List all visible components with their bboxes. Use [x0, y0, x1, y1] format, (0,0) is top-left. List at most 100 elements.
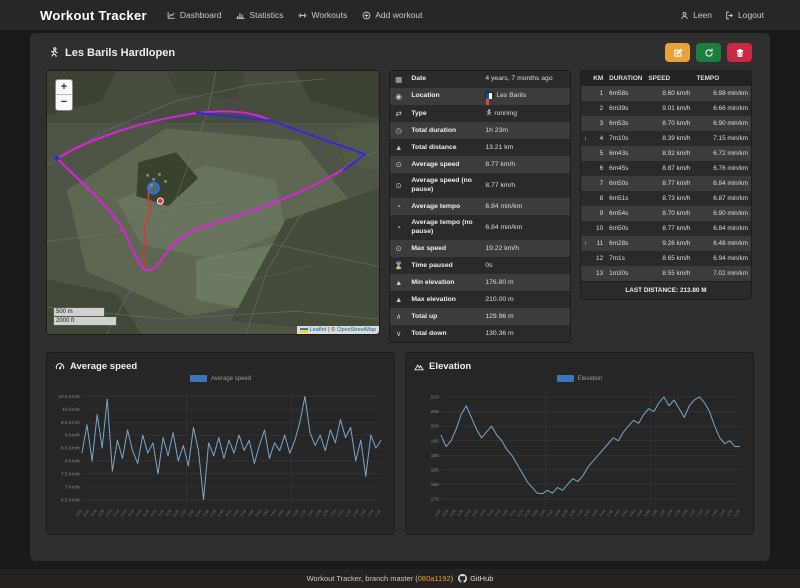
nav-item-workouts[interactable]: Workouts — [298, 10, 347, 20]
detail-value: running — [481, 105, 570, 122]
map-tiles — [47, 71, 379, 334]
split-speed: 8.60 km/h — [662, 90, 691, 97]
chevron-down-icon: ∨ — [395, 329, 402, 339]
splits-header-row: KM DURATION SPEED TEMPO — [581, 71, 751, 86]
splits-header-km: KM — [590, 71, 607, 86]
split-duration: 6m43s — [609, 150, 629, 157]
split-tempo: 6.84 min/km — [713, 225, 748, 232]
nav-item-label: Workouts — [311, 10, 348, 20]
svg-text:1:12: 1:12 — [337, 510, 344, 518]
split-km: 13 — [596, 270, 604, 277]
zoom-in-button[interactable]: + — [56, 80, 72, 95]
trend-none — [581, 221, 590, 236]
stopwatch-icon: ◔ — [396, 223, 401, 233]
detail-label: Location — [411, 92, 440, 100]
svg-text:9 km/h: 9 km/h — [65, 433, 80, 439]
svg-text:0:52: 0:52 — [621, 510, 628, 518]
delete-button[interactable] — [727, 43, 752, 62]
refresh-icon — [704, 47, 713, 57]
legend-swatch — [556, 375, 574, 383]
svg-text:0:02: 0:02 — [75, 510, 82, 518]
svg-text:0:44: 0:44 — [232, 510, 239, 518]
svg-text:0:10: 0:10 — [464, 510, 471, 518]
detail-value: 6.84 min/km — [485, 223, 523, 231]
svg-text:0:20: 0:20 — [502, 510, 509, 518]
refresh-button[interactable] — [696, 43, 721, 62]
split-tempo: 6.90 min/km — [713, 210, 748, 217]
chevron-up-icon: ∧ — [395, 312, 402, 322]
osm-link[interactable]: OpenStreetMap — [337, 327, 376, 333]
commit-hash: 080a1192 — [417, 574, 451, 583]
workout-details-card: ▦ Date 4 years, 7 months ago ◉ Location Les B… — [389, 70, 571, 344]
split-row: 8 6m51s 8.73 km/h 6.87 min/km — [581, 191, 751, 206]
trend-none — [581, 266, 590, 281]
detail-value: 8.77 km/h — [485, 181, 516, 189]
splits-table: KM DURATION SPEED TEMPO 1 6m58s 8.60 km/h 6.98 … — [581, 71, 751, 281]
split-row: 7 6m50s 8.77 km/h 6.84 min/km — [581, 176, 751, 191]
svg-text:0:06: 0:06 — [449, 510, 456, 518]
user-menu[interactable]: Leen — [680, 10, 712, 20]
nav-item-add-workout[interactable]: Add workout — [362, 10, 422, 20]
split-speed: 8.65 km/h — [662, 255, 691, 262]
svg-text:0:58: 0:58 — [285, 510, 292, 518]
split-km: 4 — [599, 135, 604, 142]
logout-button[interactable]: Logout — [725, 10, 764, 20]
github-label: GitHub — [470, 574, 494, 583]
svg-text:0:46: 0:46 — [240, 510, 247, 518]
split-row: 13 1m30s 8.55 km/h 7.02 min/km — [581, 266, 751, 281]
split-speed: 8.55 km/h — [662, 270, 691, 277]
nav-item-statistics[interactable]: Statistics — [236, 10, 283, 20]
split-tempo: 6.76 min/km — [713, 165, 748, 172]
svg-text:1:04: 1:04 — [666, 510, 673, 518]
gauge-chart-icon — [55, 362, 65, 372]
split-tempo: 6.48 min/km — [713, 240, 748, 247]
nav-item-dashboard[interactable]: Dashboard — [167, 10, 221, 20]
svg-text:205: 205 — [431, 410, 440, 416]
zoom-out-button[interactable]: − — [56, 95, 72, 110]
svg-text:0:52: 0:52 — [262, 510, 269, 518]
svg-text:0:32: 0:32 — [187, 510, 194, 518]
trend-none — [581, 101, 590, 116]
nav-menu: Dashboard Statistics Workouts Add workout — [167, 10, 422, 20]
detail-row: ⌛ Time paused 0s — [390, 257, 570, 275]
trend-down-icon: ↓ — [584, 135, 588, 142]
split-duration: 7m10s — [609, 135, 629, 142]
svg-text:0:12: 0:12 — [472, 510, 479, 518]
trend-none — [581, 86, 590, 101]
elevation-chart-legend[interactable]: Elevation — [414, 375, 745, 383]
page-title-text: Les Barils Hardlopen — [65, 46, 176, 59]
detail-value: Les Barils — [481, 88, 570, 106]
split-tempo: 7.02 min/km — [713, 270, 748, 277]
route-map[interactable]: + − 500 m 2000 ft Leaflet | © OpenStreet… — [46, 70, 380, 335]
split-speed: 8.70 km/h — [662, 210, 691, 217]
detail-value: 13.21 km — [485, 143, 514, 151]
detail-row: ⊙ Average speed 8.77 km/h — [390, 156, 570, 174]
svg-text:0:16: 0:16 — [128, 510, 135, 518]
attribution-separator: | © — [328, 327, 336, 333]
svg-text:1:14: 1:14 — [344, 510, 351, 518]
svg-text:1:12: 1:12 — [696, 510, 703, 518]
svg-text:1:18: 1:18 — [718, 510, 725, 518]
edit-button[interactable] — [665, 43, 690, 62]
split-speed: 8.73 km/h — [662, 195, 691, 202]
split-km: 9 — [599, 210, 604, 217]
splits-card: KM DURATION SPEED TEMPO 1 6m58s 8.60 km/h 6.98 … — [580, 70, 752, 300]
leaflet-link[interactable]: Leaflet — [310, 327, 327, 333]
svg-text:1:18: 1:18 — [359, 510, 366, 518]
trend-none — [581, 191, 590, 206]
svg-text:0:30: 0:30 — [180, 510, 187, 518]
detail-row: ▲ Total distance 13.21 km — [390, 139, 570, 157]
svg-text:0:30: 0:30 — [539, 510, 546, 518]
svg-text:1:08: 1:08 — [681, 510, 688, 518]
github-icon — [458, 574, 468, 583]
average-speed-chart-legend[interactable]: Average speed — [55, 375, 386, 383]
detail-value: 8.77 km/h — [485, 160, 516, 168]
detail-row: ◷ Total duration 1h 23m — [390, 122, 570, 140]
github-link[interactable]: GitHub — [458, 574, 493, 583]
svg-text:0:48: 0:48 — [247, 510, 254, 518]
trash-icon — [736, 48, 743, 57]
svg-text:0:12: 0:12 — [113, 510, 120, 518]
location-icon: ◉ — [395, 92, 402, 101]
split-row: ↑ 11 6m28s 9.26 km/h 6.48 min/km — [581, 236, 751, 251]
legend-label: Average speed — [210, 375, 252, 382]
